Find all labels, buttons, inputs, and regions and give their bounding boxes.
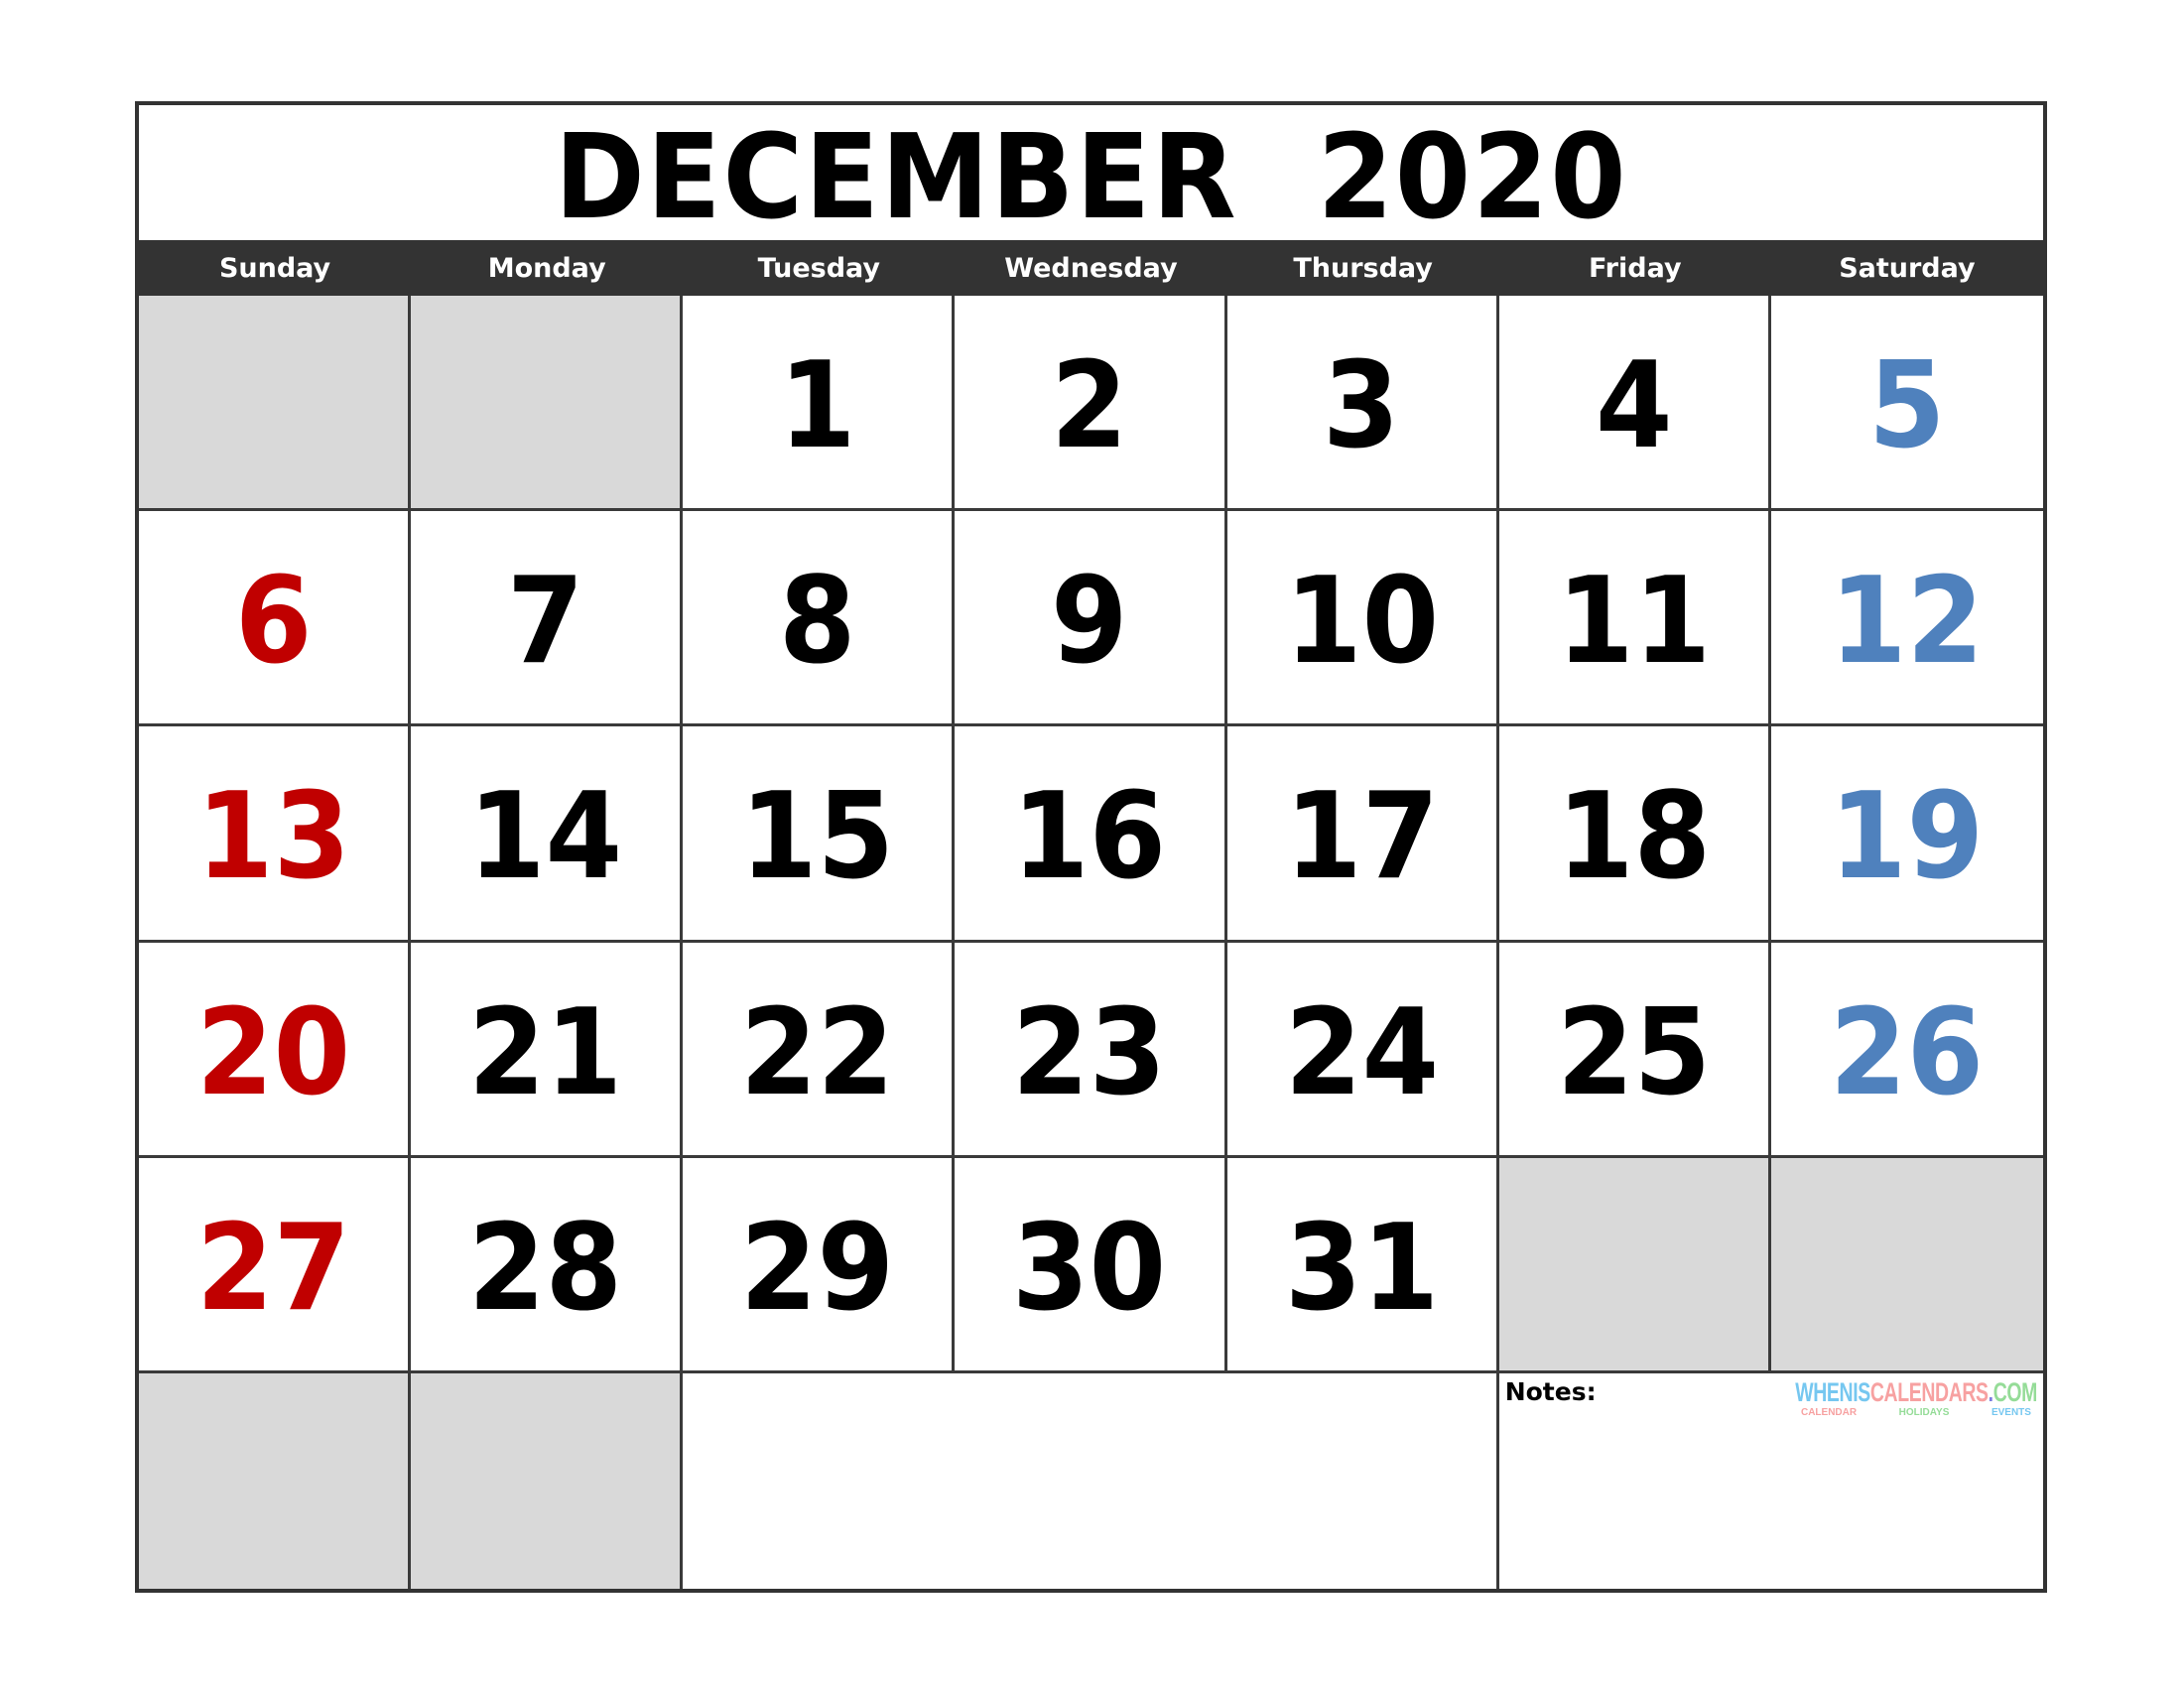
weekday-tuesday: Tuesday: [757, 252, 881, 284]
day-number: 3: [1323, 337, 1400, 476]
day-number: 2: [1051, 337, 1128, 476]
day-number: 25: [1556, 983, 1711, 1122]
day-number: 17: [1284, 768, 1439, 907]
day-number: 9: [1051, 553, 1128, 692]
notes-box[interactable]: Notes: WHENIS CALENDARS. COM CALENDAR HOLI…: [1498, 1372, 2043, 1589]
day-cell[interactable]: 21: [411, 942, 684, 1158]
weekday-header: Sunday Monday Tuesday Wednesday Thursday…: [139, 240, 2043, 296]
day-cell[interactable]: 7: [411, 511, 684, 727]
day-cell[interactable]: 19: [1770, 726, 2043, 943]
logo-tagline: HOLIDAYS: [1898, 1406, 1950, 1418]
day-cell[interactable]: 10: [1226, 511, 1499, 727]
month-title: DECEMBER 2020: [554, 108, 1628, 245]
day-cell[interactable]: 6: [139, 511, 412, 727]
day-cell[interactable]: 12: [1770, 511, 2043, 727]
day-cell[interactable]: 24: [1226, 942, 1499, 1158]
day-cell[interactable]: 9: [955, 511, 1227, 727]
day-cell[interactable]: 4: [1498, 296, 1771, 512]
day-cell[interactable]: 17: [1226, 726, 1499, 943]
day-cell[interactable]: 25: [1498, 942, 1771, 1158]
empty-day-cell: [411, 1372, 684, 1589]
empty-day-cell: [411, 296, 684, 512]
weekday-monday: Monday: [487, 252, 606, 284]
logo-wordmark: WHENIS CALENDARS. COM: [1795, 1376, 2038, 1407]
day-number: 19: [1830, 768, 1985, 907]
day-number: 31: [1284, 1199, 1439, 1338]
day-cell[interactable]: 31: [1226, 1157, 1499, 1373]
day-cell[interactable]: 14: [411, 726, 684, 943]
day-cell[interactable]: 27: [139, 1157, 412, 1373]
day-cell[interactable]: 23: [955, 942, 1227, 1158]
day-number: 1: [779, 337, 856, 476]
day-number: 28: [468, 1199, 623, 1338]
weekday-friday: Friday: [1588, 252, 1682, 284]
day-cell[interactable]: 2: [955, 296, 1227, 512]
day-cell[interactable]: 28: [411, 1157, 684, 1373]
empty-day-cell: [139, 296, 412, 512]
logo-taglines: CALENDAR HOLIDAYS EVENTS: [1777, 1406, 2037, 1418]
weekday-thursday: Thursday: [1293, 252, 1433, 284]
day-number: 27: [195, 1199, 351, 1338]
day-number: 10: [1284, 553, 1439, 692]
day-cell[interactable]: 18: [1498, 726, 1771, 943]
day-number: 7: [506, 553, 584, 692]
calendar-page: DECEMBER 2020 Sunday Monday Tuesday Wedn…: [135, 101, 2047, 1593]
day-number: 23: [1012, 983, 1167, 1122]
day-number: 24: [1284, 983, 1439, 1122]
weekday-sunday: Sunday: [218, 252, 331, 284]
day-number: 6: [234, 553, 313, 692]
day-number: 5: [1868, 337, 1946, 476]
logo-part: WHENIS: [1795, 1376, 1870, 1407]
site-logo: WHENIS CALENDARS. COM CALENDAR HOLIDAYS EV…: [1777, 1376, 2038, 1418]
day-number: 29: [740, 1199, 895, 1338]
title-row: DECEMBER 2020: [139, 105, 2043, 240]
day-number: 12: [1830, 553, 1985, 692]
day-number: 22: [740, 983, 895, 1122]
day-cell[interactable]: 29: [683, 1157, 956, 1373]
day-number: 21: [468, 983, 623, 1122]
day-cell[interactable]: 30: [955, 1157, 1227, 1373]
day-number: 4: [1595, 337, 1673, 476]
day-cell[interactable]: 1: [683, 296, 956, 512]
day-number: 16: [1012, 768, 1167, 907]
day-number: 8: [779, 553, 856, 692]
day-number: 30: [1012, 1199, 1167, 1338]
logo-part: CALENDARS: [1869, 1376, 1989, 1407]
day-cell[interactable]: 11: [1498, 511, 1771, 727]
day-grid: 1 2 3 4 5 6 7 8 9 10 11 12 13 14 15 16 17 18 19 20 21 22 23 24 2…: [139, 296, 2043, 1589]
day-cell[interactable]: 20: [139, 942, 412, 1158]
day-cell[interactable]: 5: [1770, 296, 2043, 512]
day-number: 14: [468, 768, 623, 907]
day-number: 18: [1556, 768, 1711, 907]
day-cell[interactable]: 26: [1770, 942, 2043, 1158]
day-number: 26: [1830, 983, 1985, 1122]
day-cell[interactable]: 3: [1226, 296, 1499, 512]
notes-label: Notes:: [1504, 1376, 1597, 1406]
day-number: 13: [195, 768, 351, 907]
day-number: 20: [195, 983, 351, 1122]
logo-part: COM: [1992, 1376, 2038, 1407]
day-cell[interactable]: 15: [683, 726, 956, 943]
logo-tagline: CALENDAR: [1800, 1406, 1858, 1418]
weekday-saturday: Saturday: [1839, 252, 1976, 284]
empty-day-cell: [1770, 1157, 2043, 1373]
empty-day-cell: [139, 1372, 412, 1589]
day-cell[interactable]: 16: [955, 726, 1227, 943]
empty-day-cell: [1498, 1157, 1771, 1373]
day-cell[interactable]: 8: [683, 511, 956, 727]
blank-area: [683, 1372, 1499, 1589]
weekday-wednesday: Wednesday: [1004, 252, 1178, 284]
day-number: 11: [1556, 553, 1711, 692]
day-number: 15: [740, 768, 895, 907]
day-cell[interactable]: 13: [139, 726, 412, 943]
day-cell[interactable]: 22: [683, 942, 956, 1158]
logo-tagline: EVENTS: [1991, 1406, 2031, 1418]
